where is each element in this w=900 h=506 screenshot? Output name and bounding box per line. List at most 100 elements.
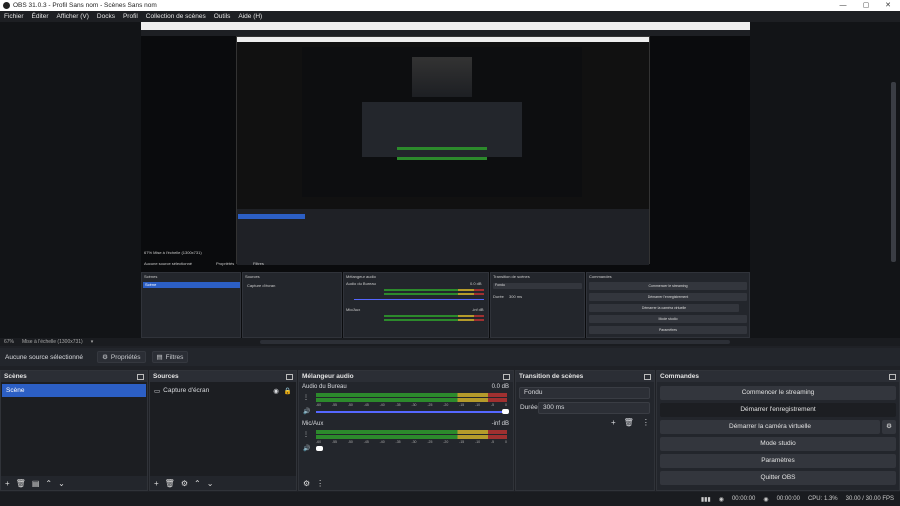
nested-transition-title: Transition de scènes bbox=[493, 274, 530, 279]
start-recording-button[interactable]: Démarrer l'enregistrement bbox=[660, 403, 896, 417]
menu-afficher[interactable]: Afficher (V) bbox=[53, 13, 93, 20]
no-source-label: Aucune source sélectionné bbox=[5, 353, 84, 361]
scenes-toolbar: + 🗑 ▤ ⌃ ⌄ bbox=[1, 476, 147, 490]
menu-collection[interactable]: Collection de scènes bbox=[142, 13, 210, 20]
menu-outils[interactable]: Outils bbox=[210, 13, 235, 20]
stream-icon: ◉ bbox=[763, 496, 769, 503]
scene-filters-icon[interactable]: ▤ bbox=[32, 479, 40, 488]
menu-aide[interactable]: Aide (H) bbox=[234, 13, 266, 20]
add-transition-icon[interactable]: + bbox=[611, 418, 616, 427]
mixer-menu-icon[interactable]: ⋮ bbox=[316, 479, 324, 488]
preview-vertical-scrollbar[interactable] bbox=[891, 82, 896, 262]
sources-list bbox=[150, 382, 296, 476]
start-streaming-button[interactable]: Commencer le streaming bbox=[660, 386, 896, 400]
nested-duration: Durée bbox=[493, 294, 504, 299]
undock-icon[interactable] bbox=[286, 373, 293, 380]
meter-ticks: -60 -55 -50 -45 -40 -35 -30 -25 -20 -15 -10 -5 0 bbox=[316, 403, 507, 407]
nested-commands-title: Commandes bbox=[589, 274, 612, 279]
nested-scenes-panel: Scènes Scène bbox=[141, 272, 241, 338]
signal-icon: ▮▮▮ bbox=[700, 496, 711, 503]
transition-select[interactable]: Fondu bbox=[519, 387, 650, 399]
exit-button[interactable]: Quitter OBS bbox=[660, 471, 896, 485]
rec-icon: ◉ bbox=[718, 496, 724, 503]
remove-scene-icon[interactable]: 🗑 bbox=[16, 479, 26, 488]
transition-menu-icon[interactable]: ⋮ bbox=[642, 418, 650, 427]
move-down-icon[interactable]: ⌄ bbox=[207, 479, 214, 488]
channel-level: 0.0 dB bbox=[491, 384, 509, 390]
remove-transition-icon[interactable]: 🗑 bbox=[624, 418, 634, 427]
move-up-icon[interactable]: ⌃ bbox=[45, 479, 52, 488]
nested-btn-record: Démarrer l'enregistrement bbox=[589, 293, 747, 301]
nested-sources-title: Sources bbox=[245, 274, 260, 279]
scenes-header: Scènes bbox=[1, 371, 147, 382]
rec-time: 00:00:00 bbox=[731, 496, 756, 502]
transitions-dock: Transition de scènes Fondu Durée 300 ms … bbox=[515, 370, 655, 491]
volume-meter bbox=[316, 435, 507, 439]
nested-fade: Fondu bbox=[493, 283, 582, 289]
move-up-icon[interactable]: ⌃ bbox=[194, 479, 201, 488]
volume-slider[interactable] bbox=[316, 411, 507, 413]
obs-logo-icon bbox=[3, 2, 10, 9]
menu-docks[interactable]: Docks bbox=[93, 13, 119, 20]
mixer-channel-desktop: Audio du Bureau 0.0 dB ⋮ -60 -55 -50 -45 -40-… bbox=[302, 384, 509, 420]
volume-slider-knob[interactable] bbox=[502, 409, 509, 414]
channel-menu-icon[interactable]: ⋮ bbox=[303, 394, 309, 401]
menu-profil[interactable]: Profil bbox=[119, 13, 142, 20]
gear-icon: ⚙ bbox=[102, 354, 108, 361]
virtual-camera-settings-gear-icon[interactable]: ⚙ bbox=[882, 420, 896, 434]
properties-label: Propriétés bbox=[110, 353, 141, 361]
nested-source-item: Capture d'écran bbox=[247, 283, 276, 288]
add-source-icon[interactable]: + bbox=[154, 479, 159, 488]
nested-no-source: Aucune source sélectionné bbox=[144, 261, 193, 266]
meter-ticks: -60 -55 -50 -45 -40 -35 -30 -25 -20 -15 -10 -5 0 bbox=[316, 440, 507, 444]
volume-slider-knob[interactable] bbox=[316, 446, 323, 451]
scale-dropdown-icon[interactable]: ▾ bbox=[91, 339, 94, 345]
undock-icon[interactable] bbox=[644, 373, 651, 380]
channel-name: Mic/Aux bbox=[302, 421, 324, 427]
maximize-icon[interactable]: ▢ bbox=[855, 0, 877, 11]
nested-zoom: 67% Mise à l'échelle (1300x731) bbox=[144, 250, 202, 255]
nested-level1: -inf dB bbox=[472, 307, 484, 312]
menu-fichier[interactable]: Fichier bbox=[0, 13, 28, 20]
menu-bar: Fichier Éditer Afficher (V) Docks Profil… bbox=[0, 11, 900, 22]
preview-canvas[interactable]: 67% Mise à l'échelle (1300x731) Aucune s… bbox=[141, 22, 750, 338]
visibility-eye-icon[interactable]: ◉ bbox=[273, 387, 279, 395]
speaker-icon[interactable]: 🔊 bbox=[303, 408, 310, 415]
volume-meter bbox=[316, 430, 507, 434]
speaker-icon[interactable]: 🔊 bbox=[303, 445, 310, 452]
minimize-icon[interactable]: — bbox=[832, 0, 854, 11]
start-virtual-camera-button[interactable]: Démarrer la caméra virtuelle bbox=[660, 420, 880, 434]
scale-mode[interactable]: Mise à l'échelle (1300x731) bbox=[22, 339, 83, 345]
undock-icon[interactable] bbox=[503, 373, 510, 380]
preview-horizontal-scrollbar[interactable] bbox=[260, 340, 730, 344]
mixer-title: Mélangeur audio bbox=[302, 373, 354, 380]
studio-mode-button[interactable]: Mode studio bbox=[660, 437, 896, 451]
properties-bar: Aucune source sélectionné ⚙ Propriétés ▤ F… bbox=[0, 348, 900, 366]
nested-btn-stream: Commencer le streaming bbox=[589, 282, 747, 290]
volume-meter bbox=[316, 393, 507, 397]
undock-icon[interactable] bbox=[889, 373, 896, 380]
menu-editer[interactable]: Éditer bbox=[28, 13, 53, 20]
sources-title: Sources bbox=[153, 373, 179, 380]
nested-mixer-title: Mélangeur audio bbox=[346, 274, 376, 279]
move-down-icon[interactable]: ⌄ bbox=[58, 479, 65, 488]
status-bar: ▮▮▮ ◉ 00:00:00 ◉ 00:00:00 CPU: 1.3% 30.0… bbox=[0, 492, 900, 506]
source-item[interactable]: ▭ Capture d'écran ◉ 🔒 bbox=[154, 385, 292, 396]
advanced-audio-icon[interactable]: ⚙ bbox=[303, 479, 310, 488]
settings-button[interactable]: Paramètres bbox=[660, 454, 896, 468]
nested-mixer-panel: Mélangeur audio Audio du Bureau 0.0 dB M… bbox=[343, 272, 489, 338]
nested-sources-panel: Sources Capture d'écran bbox=[242, 272, 342, 338]
remove-source-icon[interactable]: 🗑 bbox=[165, 479, 175, 488]
filters-button[interactable]: ▤ Filtres bbox=[151, 351, 189, 363]
nested-scenes-title: Scènes bbox=[144, 274, 158, 279]
duration-input[interactable]: 300 ms bbox=[538, 402, 650, 414]
channel-menu-icon[interactable]: ⋮ bbox=[303, 431, 309, 438]
lock-icon[interactable]: 🔒 bbox=[284, 387, 292, 395]
add-scene-icon[interactable]: + bbox=[5, 479, 10, 488]
duration-label: Durée bbox=[520, 404, 538, 411]
properties-button[interactable]: ⚙ Propriétés bbox=[97, 351, 146, 363]
undock-icon[interactable] bbox=[137, 373, 144, 380]
close-icon[interactable]: ✕ bbox=[877, 0, 899, 11]
scene-item[interactable]: Scène bbox=[2, 384, 146, 397]
source-properties-gear-icon[interactable]: ⚙ bbox=[181, 479, 188, 488]
